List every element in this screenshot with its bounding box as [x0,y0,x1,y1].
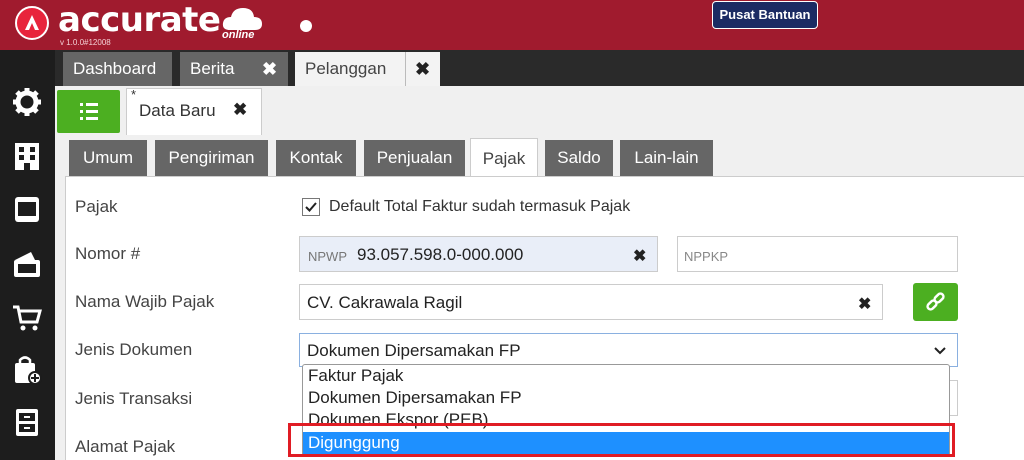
tab-penjualan[interactable]: Penjualan [364,140,465,176]
gear-icon[interactable] [11,86,43,118]
nama-value: CV. Cakrawala Ragil [307,293,463,312]
tab-dashboard[interactable]: Dashboard [63,52,172,86]
option-faktur-pajak[interactable]: Faktur Pajak [303,365,949,387]
jenis-dokumen-select[interactable]: Dokumen Dipersamakan FP [299,333,958,367]
tab-label: Berita [190,59,235,78]
cart-icon[interactable] [11,302,43,334]
npwp-prefix: NPWP [308,249,347,264]
tab-pengiriman[interactable]: Pengiriman [155,140,268,176]
close-icon[interactable]: ✖ [233,100,247,120]
tab-divider [405,52,406,86]
building-icon[interactable] [11,140,43,172]
app-version: v 1.0.0#12008 [60,38,111,47]
wallet-icon[interactable] [11,248,43,280]
tab-label: Pelanggan [305,59,387,78]
tab-umum[interactable]: Umum [69,140,147,176]
close-icon[interactable]: ✖ [415,52,430,86]
option-dokumen-dipersamakan[interactable]: Dokumen Dipersamakan FP [303,387,949,409]
list-view-button[interactable] [57,90,120,133]
tab-saldo[interactable]: Saldo [545,140,613,176]
link-button[interactable] [913,283,958,321]
tab-pajak[interactable]: Pajak [470,138,538,178]
nppkp-field[interactable]: NPPKP [677,236,958,272]
checkmark-icon [305,202,317,212]
tab-label: Data Baru [139,101,216,120]
nama-wajib-pajak-label: Nama Wajib Pajak [75,292,215,311]
alamat-pajak-label: Alamat Pajak [75,437,176,456]
archive-icon[interactable] [11,406,43,438]
list-icon [80,103,98,120]
tab-kontak[interactable]: Kontak [276,140,356,176]
link-icon [926,292,945,311]
jenis-transaksi-label: Jenis Transaksi [75,389,193,408]
tab-lain-lain[interactable]: Lain-lain [620,140,713,176]
unsaved-marker: * [131,87,137,102]
jenis-transaksi-field[interactable] [950,380,958,416]
npwp-value: 93.057.598.0-000.000 [357,245,524,264]
npwp-field[interactable]: NPWP 93.057.598.0-000.000 ✖ [299,236,658,272]
jenis-dokumen-label: Jenis Dokumen [75,340,193,359]
tab-pelanggan[interactable]: Pelanggan ✖ [295,52,440,86]
book-icon[interactable] [11,193,43,225]
tab-data-baru[interactable]: * Data Baru ✖ [126,87,262,135]
tab-label: Dashboard [73,59,157,78]
clear-icon[interactable]: ✖ [633,246,646,266]
top-bar: accurate online v 1.0.0#12008 Pusat Bant… [0,0,1024,50]
tab-berita[interactable]: Berita ✖ [180,52,288,86]
close-icon[interactable]: ✖ [262,52,277,86]
accurate-logo-icon [15,6,49,40]
app-logo-text: accurate [58,0,221,40]
nama-wajib-pajak-field[interactable]: CV. Cakrawala Ragil ✖ [299,284,883,320]
jenis-dokumen-value: Dokumen Dipersamakan FP [307,341,521,360]
clear-icon[interactable]: ✖ [858,294,871,314]
nomor-label: Nomor # [75,244,141,263]
app-tagline: online [222,29,255,41]
shopping-bag-add-icon[interactable] [11,354,43,386]
pajak-label: Pajak [75,197,118,216]
chevron-down-icon [934,347,946,355]
default-total-label: Default Total Faktur sudah termasuk Paja… [329,198,631,215]
highlight-box [288,423,955,457]
default-total-checkbox[interactable] [302,198,320,216]
sidebar [0,50,55,460]
status-dot-icon [300,20,312,32]
nppkp-placeholder: NPPKP [684,249,729,264]
help-center-button[interactable]: Pusat Bantuan [712,1,818,29]
